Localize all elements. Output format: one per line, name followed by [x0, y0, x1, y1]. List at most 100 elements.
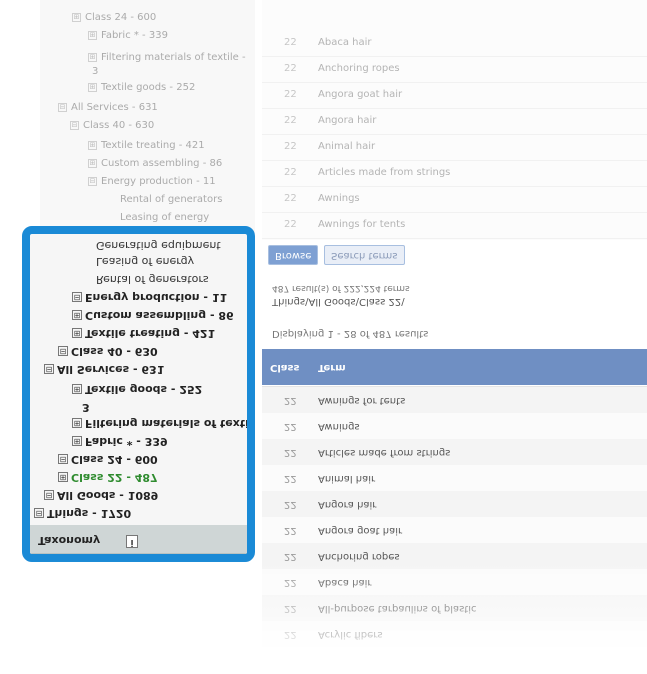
top-tree-node[interactable]: ⊞ Custom assembling - 86: [88, 158, 222, 169]
tree-node-label: 3: [82, 401, 90, 414]
top-table-row[interactable]: 22 Abaca hair: [262, 30, 647, 57]
top-tree-node[interactable]: Leasing of energy: [120, 212, 209, 223]
table-row[interactable]: 22 All-purpose tarpaulins of plastic: [262, 594, 647, 621]
expand-icon[interactable]: ⊞: [58, 472, 68, 482]
expand-icon[interactable]: ⊞: [88, 30, 97, 40]
table-row[interactable]: 22 Abaca hair: [262, 568, 647, 595]
tree-node[interactable]: Generating equipment: [96, 239, 221, 252]
browse-button[interactable]: Browse: [268, 245, 319, 265]
info-icon[interactable]: i: [126, 535, 138, 548]
collapse-icon[interactable]: ⊟: [72, 292, 82, 302]
top-tree-node[interactable]: ⊟ Class 40 - 630: [70, 120, 154, 131]
top-tree-node-label: Textile goods - 252: [101, 82, 196, 93]
row-term: Animal hair: [318, 141, 376, 152]
top-tree-node[interactable]: ⊞ Class 24 - 600: [72, 12, 156, 23]
expand-icon[interactable]: ⊞: [72, 12, 81, 22]
table-row[interactable]: 22 Articles made from strings: [262, 438, 647, 465]
top-tree-node[interactable]: 3: [92, 66, 98, 77]
top-table-row[interactable]: 22 Angora goat hair: [262, 82, 647, 109]
tree-node[interactable]: ⊞ Filtering materials of textile -: [72, 417, 247, 430]
row-class: 22: [284, 447, 297, 458]
row-term: Abaca hair: [318, 577, 372, 588]
top-tree-node-label: Custom assembling - 86: [101, 158, 223, 169]
top-tree-node[interactable]: ⊟ Energy production - 11: [88, 176, 216, 187]
collapse-icon[interactable]: ⊟: [58, 102, 67, 112]
displaying-count: Displaying 1 - 28 of 487 results: [272, 328, 429, 339]
expand-icon[interactable]: ⊞: [72, 436, 82, 446]
tree-node[interactable]: 3: [82, 401, 90, 414]
top-tree-node[interactable]: ⊟ All Services - 631: [58, 102, 158, 113]
table-row[interactable]: 22 Awnings for tents: [262, 386, 647, 413]
expand-icon[interactable]: ⊞: [72, 384, 82, 394]
expand-icon[interactable]: ⊞: [88, 82, 97, 92]
top-tree-node[interactable]: ⊞ Textile goods - 252: [88, 82, 195, 93]
top-tree-node[interactable]: ⊞ Fabric * - 339: [88, 30, 168, 41]
row-class: 22: [284, 193, 297, 204]
tree-node-label: Fabric * - 339: [85, 435, 168, 448]
top-table-row[interactable]: 22 Anchoring ropes: [262, 56, 647, 83]
row-term: Awnings for tents: [318, 219, 406, 230]
table-row[interactable]: 22 Awnings: [262, 412, 647, 439]
expand-icon[interactable]: ⊞: [88, 158, 97, 168]
tree-node[interactable]: ⊞ Textile goods - 252: [72, 383, 202, 396]
tree-node-label: Leasing of energy: [96, 255, 195, 268]
table-row[interactable]: 22 Angora goat hair: [262, 516, 647, 543]
collapse-icon[interactable]: ⊟: [58, 454, 68, 464]
tree-node[interactable]: ⊞ Custom assembling - 86: [72, 309, 234, 322]
collapse-icon[interactable]: ⊟: [58, 346, 68, 356]
tree-node[interactable]: ⊟ Energy production - 11: [72, 291, 227, 304]
collapse-icon[interactable]: ⊟: [88, 176, 97, 186]
tree-node[interactable]: ⊟ All Goods - 1089: [44, 489, 158, 502]
collapse-icon[interactable]: ⊟: [70, 120, 79, 130]
column-header-class[interactable]: Class: [270, 362, 299, 373]
tree-node[interactable]: ⊟ Class 24 - 600: [58, 453, 158, 466]
expand-icon[interactable]: ⊞: [72, 310, 82, 320]
row-term: Awnings: [318, 193, 360, 204]
row-class: 22: [284, 37, 297, 48]
tree-node[interactable]: ⊟ All Services - 631: [44, 363, 164, 376]
tree-node-label: Things - 1720: [47, 507, 132, 520]
table-row[interactable]: 22 Animal hair: [262, 464, 647, 491]
row-term: Angora goat hair: [318, 525, 403, 536]
tree-node[interactable]: ⊞ Fabric * - 339: [72, 435, 168, 448]
search-terms-button[interactable]: Search terms: [324, 245, 405, 265]
top-results-table: 22 Abaca hair 22 Anchoring ropes 22 Angora go…: [262, 0, 647, 240]
row-class: 22: [284, 525, 297, 536]
row-term: Anchoring ropes: [318, 551, 400, 562]
row-class: 22: [284, 421, 297, 432]
top-table-row[interactable]: 22 Awnings: [262, 186, 647, 213]
expand-icon[interactable]: ⊞: [88, 52, 97, 62]
table-row[interactable]: 22 Angora hair: [262, 490, 647, 517]
tree-node[interactable]: ⊟ Class 40 - 630: [58, 345, 158, 358]
table-row[interactable]: 22 Anchoring ropes: [262, 542, 647, 569]
collapse-icon[interactable]: ⊟: [44, 490, 54, 500]
row-term: Angora goat hair: [318, 89, 403, 100]
tree-node[interactable]: ⊞ Class 22 - 487: [58, 471, 158, 484]
top-tree-node-label: Leasing of energy: [120, 212, 210, 223]
tree-node[interactable]: Leasing of energy: [96, 255, 194, 268]
row-term: Articles made from strings: [318, 167, 451, 178]
table-row[interactable]: 22 Acrylic fibers: [262, 620, 647, 647]
collapse-icon[interactable]: ⊟: [34, 508, 44, 518]
tree-node-label: Textile treating - 421: [85, 327, 216, 340]
row-class: 22: [284, 499, 297, 510]
top-tree-node[interactable]: Rental of generators: [120, 194, 222, 205]
row-class: 22: [284, 167, 297, 178]
tree-node[interactable]: Rental of generators: [96, 273, 209, 286]
expand-icon[interactable]: ⊞: [72, 418, 82, 428]
collapse-icon[interactable]: ⊟: [44, 364, 54, 374]
row-term: Articles made from strings: [318, 447, 451, 458]
expand-icon[interactable]: ⊞: [72, 328, 82, 338]
top-tree-node[interactable]: ⊞ Filtering materials of textile -: [88, 52, 246, 63]
top-tree-node-label: Class 40 - 630: [83, 120, 155, 131]
top-table-row[interactable]: 22 Angora hair: [262, 108, 647, 135]
tree-node[interactable]: ⊟ Things - 1720: [34, 507, 131, 520]
column-header-term[interactable]: Term: [318, 362, 346, 373]
tree-node[interactable]: ⊞ Textile treating - 421: [72, 327, 215, 340]
top-tree-node[interactable]: ⊞ Textile treating - 421: [88, 140, 205, 151]
expand-icon[interactable]: ⊞: [88, 140, 97, 150]
top-table-row[interactable]: 22 Animal hair: [262, 134, 647, 161]
taxonomy-panel-highlight: Taxonomy i ⊟ Things - 1720 ⊟ All Goods - 10…: [22, 226, 255, 562]
top-table-row[interactable]: 22 Articles made from strings: [262, 160, 647, 187]
tree-node-label: Rental of generators: [96, 273, 209, 286]
